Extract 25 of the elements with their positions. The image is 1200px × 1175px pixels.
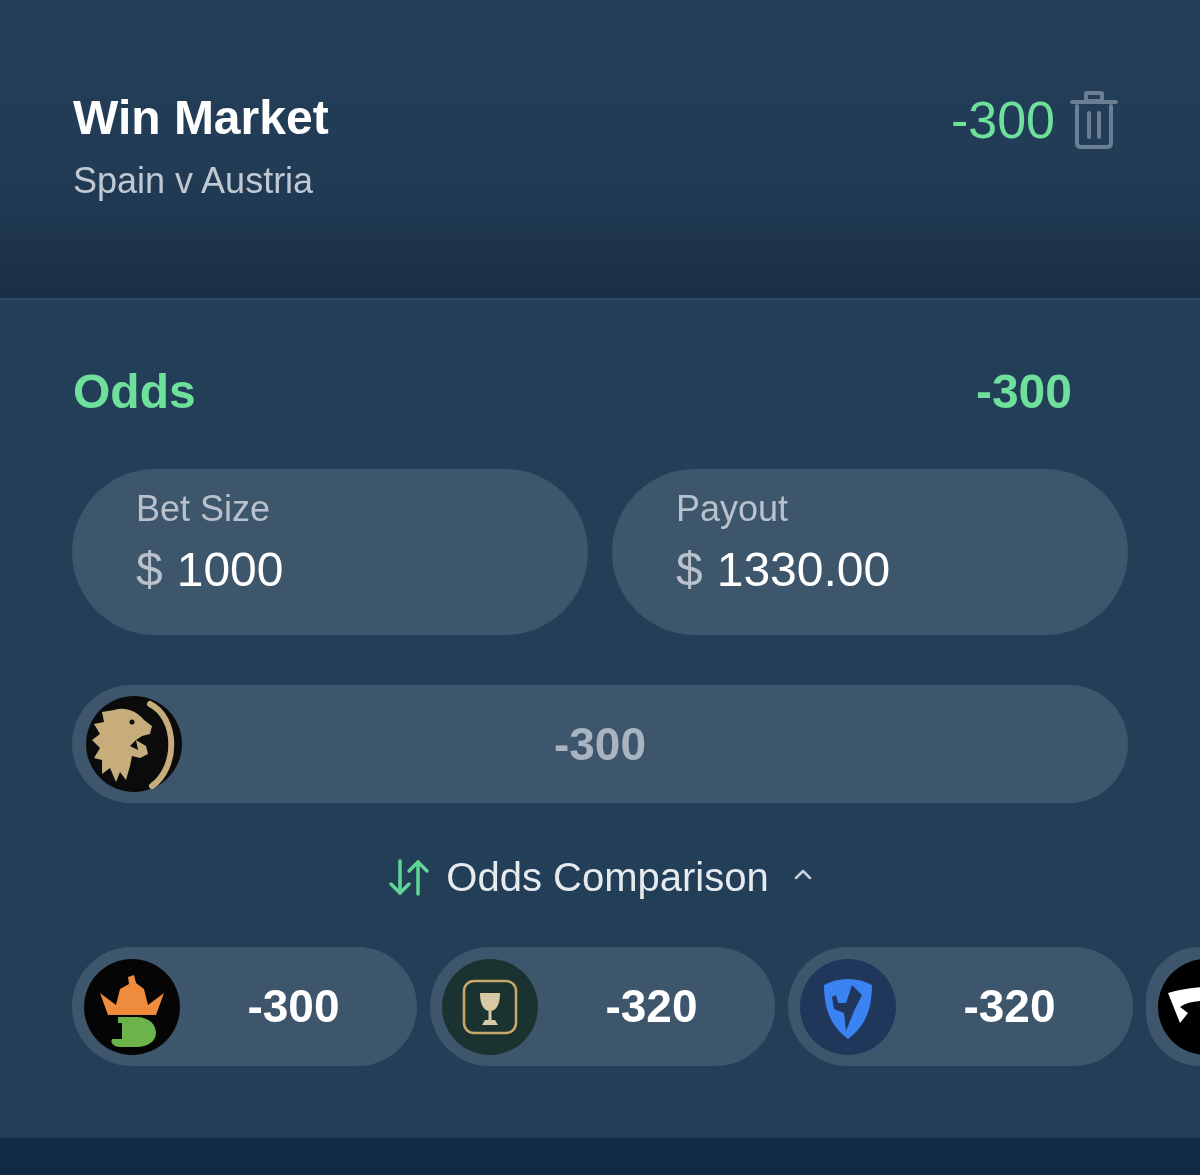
trash-icon[interactable]: [1070, 91, 1118, 149]
field-label: Bet Size: [136, 488, 271, 529]
goblet-icon: [442, 958, 538, 1055]
lion-head-icon: [86, 696, 182, 792]
odds-value: -300: [975, 364, 1072, 419]
sportsbook-odds-button[interactable]: -300: [72, 947, 417, 1066]
wedge-emblem-icon: [1158, 958, 1200, 1055]
market-title: Win Market: [73, 90, 329, 145]
currency-symbol: $: [136, 542, 163, 597]
event-name: Spain v Austria: [73, 160, 315, 201]
shield-icon: [800, 958, 896, 1055]
sportsbook-button[interactable]: -300: [72, 685, 1128, 803]
sort-arrows-icon: [388, 858, 431, 896]
field-label: Payout: [676, 488, 789, 529]
bet-odds: -300: [950, 90, 1055, 150]
sportsbook-odds-button[interactable]: -320: [430, 947, 775, 1066]
field-value: 1000: [176, 542, 284, 597]
sportsbook-odds-button[interactable]: -320: [788, 947, 1133, 1066]
crown-icon: [84, 958, 180, 1055]
currency-symbol: $: [676, 542, 703, 597]
amount-field[interactable]: Payout $ 1330.00: [612, 469, 1128, 635]
amount-field[interactable]: Bet Size $ 1000: [72, 469, 588, 635]
field-value: 1330.00: [716, 542, 891, 597]
odds-comparison-toggle[interactable]: Odds Comparison: [388, 852, 812, 902]
odds-label: Odds: [73, 364, 196, 419]
